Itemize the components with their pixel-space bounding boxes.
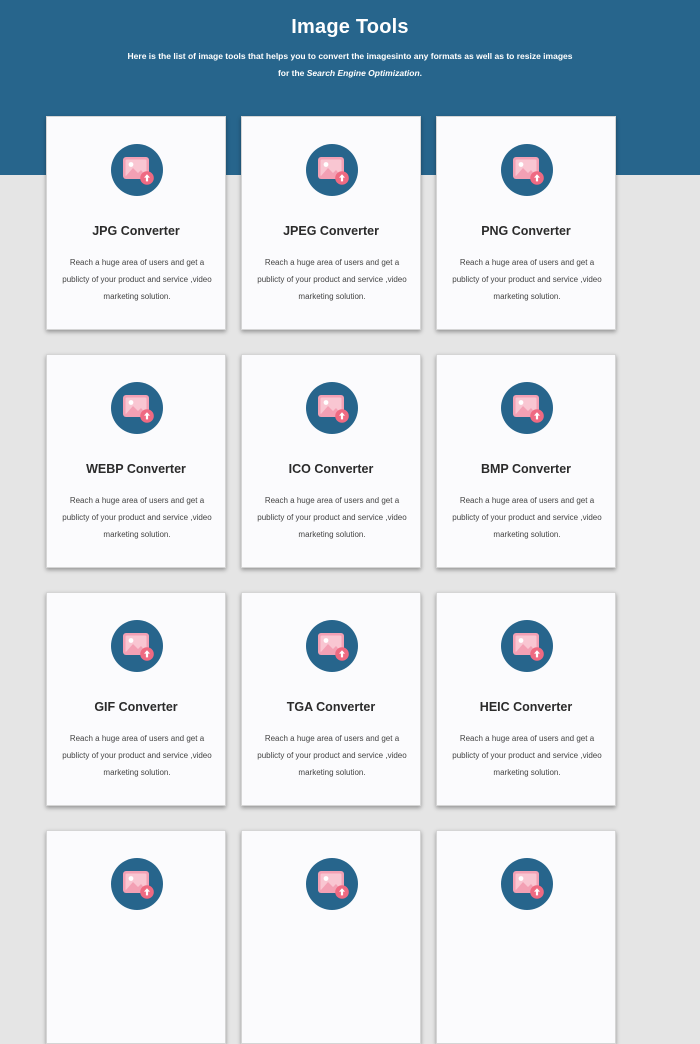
image-upload-icon xyxy=(111,858,163,910)
tool-card-webp[interactable]: WEBP Converter Reach a huge area of user… xyxy=(46,354,226,568)
tool-card-jpeg[interactable]: JPEG Converter Reach a huge area of user… xyxy=(241,116,421,330)
image-upload-icon xyxy=(111,620,163,672)
image-upload-icon xyxy=(111,382,163,434)
card-description: Reach a huge area of users and get a pub… xyxy=(452,734,602,777)
image-upload-icon xyxy=(306,620,358,672)
tool-card-heic[interactable]: HEIC Converter Reach a huge area of user… xyxy=(436,592,616,806)
image-upload-icon xyxy=(306,858,358,910)
tools-grid: JPG Converter Reach a huge area of users… xyxy=(46,116,616,1044)
card-title: GIF Converter xyxy=(94,700,178,714)
tool-card-bmp[interactable]: BMP Converter Reach a huge area of users… xyxy=(436,354,616,568)
tool-card-row4-3[interactable] xyxy=(436,830,616,1044)
card-description: Reach a huge area of users and get a pub… xyxy=(257,734,407,777)
card-description: Reach a huge area of users and get a pub… xyxy=(62,258,212,301)
card-description: Reach a huge area of users and get a pub… xyxy=(62,496,212,539)
page-subtitle: Here is the list of image tools that hel… xyxy=(0,48,700,82)
image-upload-icon xyxy=(306,144,358,196)
tool-card-row4-2[interactable] xyxy=(241,830,421,1044)
card-title: ICO Converter xyxy=(288,462,374,476)
subtitle-line-1: Here is the list of image tools that hel… xyxy=(127,51,573,61)
subtitle-emphasis: Search Engine Optimization xyxy=(306,68,420,78)
card-description: Reach a huge area of users and get a pub… xyxy=(62,734,212,777)
card-description: Reach a huge area of users and get a pub… xyxy=(452,496,602,539)
tool-card-jpg[interactable]: JPG Converter Reach a huge area of users… xyxy=(46,116,226,330)
tool-card-tga[interactable]: TGA Converter Reach a huge area of users… xyxy=(241,592,421,806)
image-upload-icon xyxy=(501,382,553,434)
image-upload-icon xyxy=(501,858,553,910)
card-title: WEBP Converter xyxy=(86,462,186,476)
card-title: PNG Converter xyxy=(481,224,571,238)
tool-card-png[interactable]: PNG Converter Reach a huge area of users… xyxy=(436,116,616,330)
image-upload-icon xyxy=(501,620,553,672)
card-description: Reach a huge area of users and get a pub… xyxy=(257,258,407,301)
tool-card-gif[interactable]: GIF Converter Reach a huge area of users… xyxy=(46,592,226,806)
tool-card-ico[interactable]: ICO Converter Reach a huge area of users… xyxy=(241,354,421,568)
card-description: Reach a huge area of users and get a pub… xyxy=(257,496,407,539)
card-title: TGA Converter xyxy=(286,700,376,714)
card-title: JPEG Converter xyxy=(283,224,379,238)
subtitle-suffix: . xyxy=(419,68,423,78)
image-upload-icon xyxy=(501,144,553,196)
page-title: Image Tools xyxy=(291,16,409,38)
image-upload-icon xyxy=(111,144,163,196)
tool-card-row4-1[interactable] xyxy=(46,830,226,1044)
card-description: Reach a huge area of users and get a pub… xyxy=(452,258,602,301)
card-title: HEIC Converter xyxy=(479,700,573,714)
subtitle-prefix: for the xyxy=(277,68,307,78)
card-title: JPG Converter xyxy=(92,224,180,238)
card-title: BMP Converter xyxy=(480,462,572,476)
image-upload-icon xyxy=(306,382,358,434)
